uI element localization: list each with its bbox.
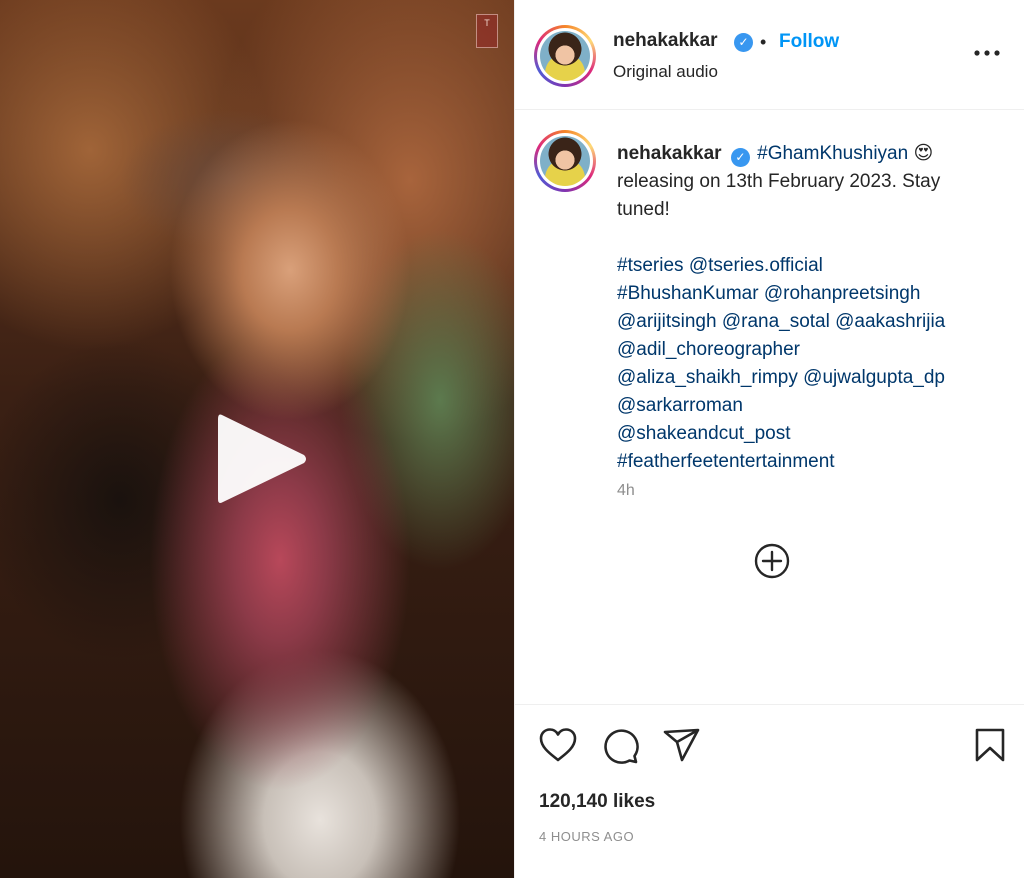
hashtag-link[interactable]: #GhamKhushiyan — [757, 143, 908, 164]
follow-button[interactable]: Follow — [779, 31, 839, 53]
tag-link[interactable]: #featherfeetentertainment — [617, 451, 835, 472]
header-username[interactable]: nehakakkar — [613, 30, 718, 52]
tag-link[interactable]: @sarkarroman — [617, 395, 743, 416]
tag-link[interactable]: @ujwalgupta_dp — [803, 367, 945, 388]
caption-avatar[interactable] — [534, 130, 596, 192]
caption: nehakakkar ✓ #GhamKhushiyan 😍 releasing … — [617, 140, 997, 476]
tag-link[interactable]: @arijitsingh — [617, 311, 717, 332]
header-avatar[interactable] — [534, 25, 596, 87]
caption-username[interactable]: nehakakkar — [617, 143, 722, 164]
more-options-icon[interactable] — [971, 40, 1003, 66]
tag-link[interactable]: #BhushanKumar — [617, 283, 759, 304]
heart-eyes-emoji: 😍 — [913, 143, 934, 164]
caption-time: 4h — [617, 482, 635, 499]
tag-link[interactable]: @aakashrijia — [835, 311, 945, 332]
header-separator: • — [760, 32, 767, 52]
tag-link[interactable]: @shakeandcut_post — [617, 423, 791, 444]
post-timestamp[interactable]: 4 HOURS AGO — [539, 829, 634, 844]
tag-link[interactable]: @rohanpreetsingh — [764, 283, 921, 304]
actions-divider — [515, 704, 1024, 705]
caption-body: releasing on 13th February 2023. Stay tu… — [617, 171, 941, 220]
tag-link[interactable]: @rana_sotal — [722, 311, 830, 332]
tseries-logo: T — [476, 14, 498, 48]
verified-badge-icon: ✓ — [730, 148, 750, 167]
heart-icon[interactable] — [538, 727, 578, 763]
save-icon[interactable] — [973, 727, 1007, 763]
tag-link[interactable]: @adil_choreographer — [617, 339, 800, 360]
likes-count[interactable]: 120,140 likes — [539, 791, 655, 813]
verified-badge-icon: ✓ — [734, 33, 753, 52]
play-icon[interactable] — [208, 405, 312, 513]
post-video[interactable]: T — [0, 0, 514, 878]
tag-link[interactable]: @aliza_shaikh_rimpy — [617, 367, 798, 388]
audio-label[interactable]: Original audio — [613, 62, 718, 82]
comment-icon[interactable] — [601, 727, 639, 765]
tag-link[interactable]: #tseries — [617, 255, 684, 276]
tag-link[interactable]: @tseries.official — [689, 255, 823, 276]
load-more-comments-icon[interactable] — [753, 542, 791, 580]
share-icon[interactable] — [662, 727, 702, 763]
